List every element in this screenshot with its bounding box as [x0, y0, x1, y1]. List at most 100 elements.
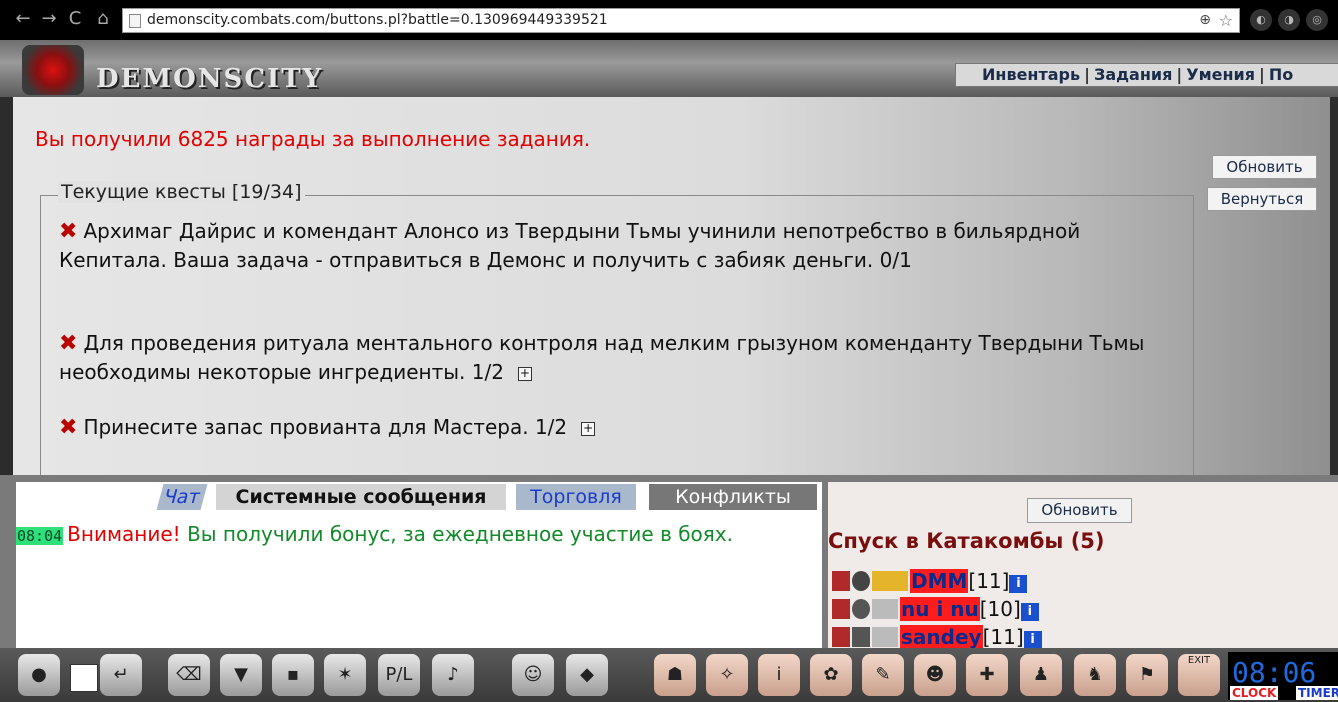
pl-icon[interactable]: P/L [378, 654, 420, 696]
chat-tabs: Чат Системные сообщения Торговля Конфлик… [16, 482, 822, 512]
tab-conflicts[interactable]: Конфликты [649, 484, 817, 510]
chat-head-icon[interactable]: ● [18, 654, 60, 696]
menu-more[interactable]: По [1269, 65, 1293, 84]
quest-item: ✖ Принесите запас провианта для Мастера. … [59, 413, 1149, 442]
expand-icon[interactable]: + [517, 367, 532, 381]
info-icon[interactable]: i [1020, 603, 1039, 621]
cross-icon[interactable]: ✚ [966, 654, 1008, 696]
logo: DEMONSCITY [96, 64, 324, 94]
url-text: demonscity.combats.com/buttons.pl?battle… [147, 12, 608, 28]
tab-system-messages[interactable]: Системные сообщения [216, 484, 506, 510]
save-icon[interactable]: ▪ [272, 654, 314, 696]
mask-icon[interactable]: ☻ [914, 654, 956, 696]
sound-icon[interactable]: ♪ [432, 654, 474, 696]
quests-title: Текущие квесты [19/34] [58, 181, 305, 203]
extension-icon[interactable]: ◐ [1250, 9, 1272, 31]
extension-icon[interactable]: ◑ [1278, 9, 1300, 31]
align-icon [872, 627, 898, 647]
back-button[interactable]: ← [12, 7, 34, 31]
clan-icon [852, 571, 870, 591]
clan-icon [852, 627, 870, 647]
player-name[interactable]: DMM [910, 569, 969, 593]
attack-icon[interactable] [832, 627, 850, 647]
page-icon [129, 14, 141, 28]
cancel-quest-icon[interactable]: ✖ [59, 219, 77, 244]
main-area: Вы получили 6825 награды за выполнение з… [0, 97, 1338, 485]
helmet-icon[interactable]: ◆ [566, 654, 608, 696]
info-icon[interactable]: i [1009, 575, 1028, 593]
chat-panel: Чат Системные сообщения Торговля Конфлик… [16, 482, 822, 648]
quest-item: ✖ Для проведения ритуала ментального конт… [59, 329, 1149, 386]
location-panel: Обновить Спуск в Катакомбы (5) DMM[11] i … [828, 482, 1338, 648]
menu-quests[interactable]: Задания [1094, 65, 1172, 84]
timer-button[interactable]: TIMER [1296, 686, 1338, 700]
exit-label: EXIT [1187, 655, 1211, 666]
info-icon[interactable]: i [1023, 631, 1042, 648]
group-icon[interactable]: ♟ [1020, 654, 1062, 696]
clock-time: 08:06 [1232, 656, 1317, 689]
game-header: DEMONSCITY Инвентарь | Задания | Умения | По [0, 40, 1338, 97]
smile-icon[interactable]: ☺ [512, 654, 554, 696]
menu-skills[interactable]: Умения [1186, 65, 1255, 84]
inventory-icon[interactable]: i [758, 654, 800, 696]
tools-icon[interactable]: ✎ [862, 654, 904, 696]
location-title: Спуск в Катакомбы (5) [828, 529, 1105, 553]
enter-icon[interactable]: ↵ [100, 654, 142, 696]
align-icon [872, 599, 898, 619]
quest-text: Архимаг Дайрис и комендант Алонсо из Тве… [59, 219, 1081, 272]
refresh-button[interactable]: Обновить [1027, 498, 1132, 523]
player-row: nu i nu[10] i [832, 596, 1039, 622]
attack-icon[interactable] [832, 571, 850, 591]
reward-message: Вы получили 6825 награды за выполнение з… [35, 127, 591, 151]
quest-text: Принесите запас провианта для Мастера. 1… [83, 415, 568, 439]
bottom-toolbar: ● ↵ ⌫ ▼ ▪ ✶ P/L ♪ ☺ ◆ ☗ ✧ i ✿ ✎ ☻ ✚ ♟ ♞ … [0, 648, 1338, 702]
compass-icon[interactable]: ✧ [706, 654, 748, 696]
filter-icon[interactable]: ▼ [220, 654, 262, 696]
browser-toolbar: ← → C ⌂ demonscity.combats.com/buttons.p… [0, 0, 1338, 40]
quest-text: Для проведения ритуала ментального контр… [59, 331, 1145, 384]
bottom-area: Чат Системные сообщения Торговля Конфлик… [0, 475, 1338, 648]
align-icon [872, 571, 908, 591]
return-button[interactable]: Вернуться [1207, 187, 1317, 211]
character-icon[interactable]: ☗ [654, 654, 696, 696]
message-alert: Внимание! [67, 522, 181, 546]
clock-widget: 08:06 CLOCK TIMER [1228, 652, 1338, 700]
reload-button[interactable]: C [64, 7, 86, 31]
player-name[interactable]: sandey [900, 625, 983, 648]
clock-button[interactable]: CLOCK [1230, 686, 1279, 700]
player-level: [11] [982, 625, 1024, 648]
menu-inventory[interactable]: Инвентарь [982, 65, 1080, 84]
tab-chat[interactable]: Чат [156, 484, 208, 510]
flag-icon[interactable]: ⚑ [1126, 654, 1168, 696]
cancel-quest-icon[interactable]: ✖ [59, 331, 77, 356]
quest-item: ✖ Архимаг Дайрис и комендант Алонсо из Тв… [59, 217, 1149, 274]
cancel-quest-icon[interactable]: ✖ [59, 415, 77, 440]
zoom-icon[interactable]: ⊕ [1199, 9, 1211, 32]
message-time[interactable]: 08:04 [16, 527, 64, 545]
clan-icon [852, 599, 870, 619]
bookmark-star-icon[interactable]: ☆ [1219, 9, 1233, 32]
logo-emblem-icon [22, 45, 84, 95]
player-level: [10] [979, 597, 1021, 621]
player-name[interactable]: nu i nu [900, 597, 980, 621]
attack-icon[interactable] [832, 599, 850, 619]
player-row: sandey[11] i [832, 624, 1042, 648]
party-icon[interactable]: ♞ [1074, 654, 1116, 696]
fight-icon[interactable]: ✶ [324, 654, 366, 696]
player-row: DMM[11] i [832, 568, 1028, 594]
home-button[interactable]: ⌂ [92, 7, 114, 31]
top-menu: Инвентарь | Задания | Умения | По [955, 63, 1338, 87]
tab-trade[interactable]: Торговля [516, 484, 636, 510]
forward-button[interactable]: → [38, 7, 60, 31]
quest-panel: Вы получили 6825 награды за выполнение з… [13, 97, 1330, 485]
chat-color-picker[interactable] [70, 664, 98, 692]
refresh-button[interactable]: Обновить [1212, 155, 1317, 179]
exit-icon[interactable]: EXIT [1178, 654, 1220, 696]
player-level: [11] [968, 569, 1010, 593]
address-bar[interactable]: demonscity.combats.com/buttons.pl?battle… [122, 8, 1240, 33]
gems-icon[interactable]: ✿ [810, 654, 852, 696]
extension-icon[interactable]: ◎ [1306, 9, 1328, 31]
chat-message: 08:04 Внимание! Вы получили бонус, за еже… [16, 520, 816, 551]
eraser-icon[interactable]: ⌫ [168, 654, 210, 696]
expand-icon[interactable]: + [581, 422, 596, 436]
